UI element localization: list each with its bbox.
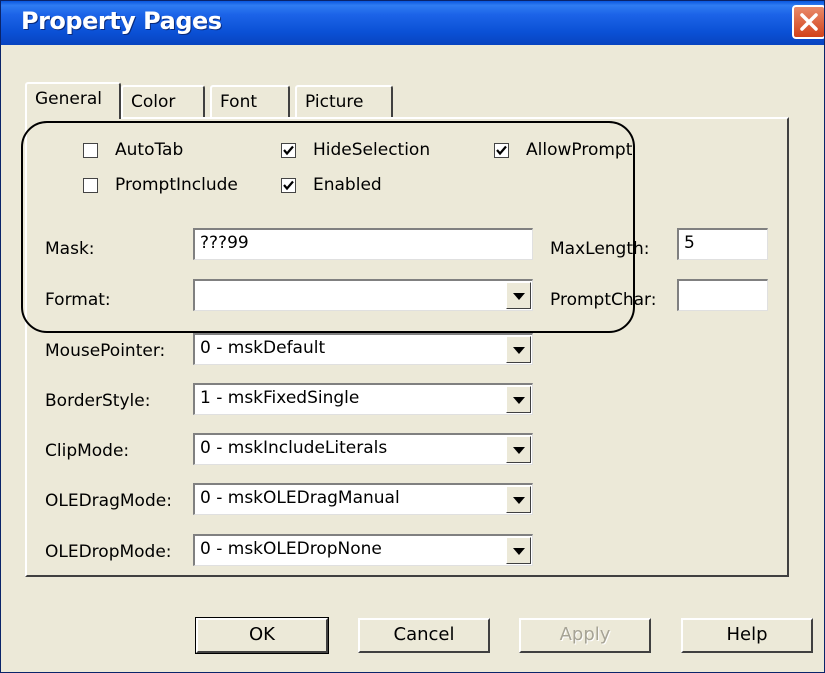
borderstyle-combobox[interactable]: 1 - mskFixedSingle: [193, 383, 533, 415]
ok-button[interactable]: OK: [195, 617, 329, 654]
chevron-down-icon: [513, 347, 525, 354]
close-button[interactable]: [792, 5, 824, 39]
tab-font-label: Font: [220, 92, 258, 112]
mousepointer-combobox[interactable]: 0 - mskDefault: [193, 333, 533, 365]
borderstyle-value: 1 - mskFixedSingle: [200, 388, 360, 408]
promptchar-input[interactable]: [677, 279, 768, 311]
tab-picture[interactable]: Picture: [295, 85, 393, 117]
cancel-button[interactable]: Cancel: [358, 618, 490, 653]
close-icon: [800, 13, 818, 31]
title-bar[interactable]: Property Pages: [1, 1, 824, 45]
tab-general-label: General: [35, 89, 102, 109]
mousepointer-label: MousePointer:: [45, 341, 166, 361]
borderstyle-label: BorderStyle:: [45, 391, 151, 411]
property-pages-dialog: Property Pages General Color Font Pictur…: [0, 0, 825, 673]
oledragmode-value: 0 - mskOLEDragManual: [200, 488, 400, 508]
clipmode-combobox[interactable]: 0 - mskIncludeLiterals: [193, 433, 533, 465]
chevron-down-icon: [513, 497, 525, 504]
tab-color-label: Color: [131, 92, 176, 112]
apply-button[interactable]: Apply: [519, 618, 651, 653]
help-button[interactable]: Help: [681, 618, 813, 653]
maxlength-input[interactable]: 5: [677, 228, 768, 260]
oledragmode-combobox[interactable]: 0 - mskOLEDragManual: [193, 483, 533, 515]
tab-picture-label: Picture: [305, 92, 364, 112]
chevron-down-icon: [513, 548, 525, 555]
chevron-down-icon: [513, 447, 525, 454]
borderstyle-dropdown-button[interactable]: [506, 386, 531, 413]
oledropmode-value: 0 - mskOLEDropNone: [200, 539, 382, 559]
clipmode-label: ClipMode:: [45, 441, 130, 461]
mousepointer-value: 0 - mskDefault: [200, 338, 326, 358]
oledropmode-combobox[interactable]: 0 - mskOLEDropNone: [193, 534, 533, 566]
clipmode-dropdown-button[interactable]: [506, 436, 531, 463]
tab-font[interactable]: Font: [210, 85, 290, 117]
oledragmode-label: OLEDragMode:: [45, 491, 172, 511]
clipmode-value: 0 - mskIncludeLiterals: [200, 438, 388, 458]
chevron-down-icon: [513, 397, 525, 404]
tab-general[interactable]: General: [25, 82, 121, 119]
window-title: Property Pages: [21, 7, 222, 35]
tab-color[interactable]: Color: [121, 85, 205, 117]
oledropmode-dropdown-button[interactable]: [506, 537, 531, 564]
oledragmode-dropdown-button[interactable]: [506, 486, 531, 513]
mousepointer-dropdown-button[interactable]: [506, 336, 531, 363]
oledropmode-label: OLEDropMode:: [45, 542, 172, 562]
highlight-annotation: [21, 121, 635, 333]
